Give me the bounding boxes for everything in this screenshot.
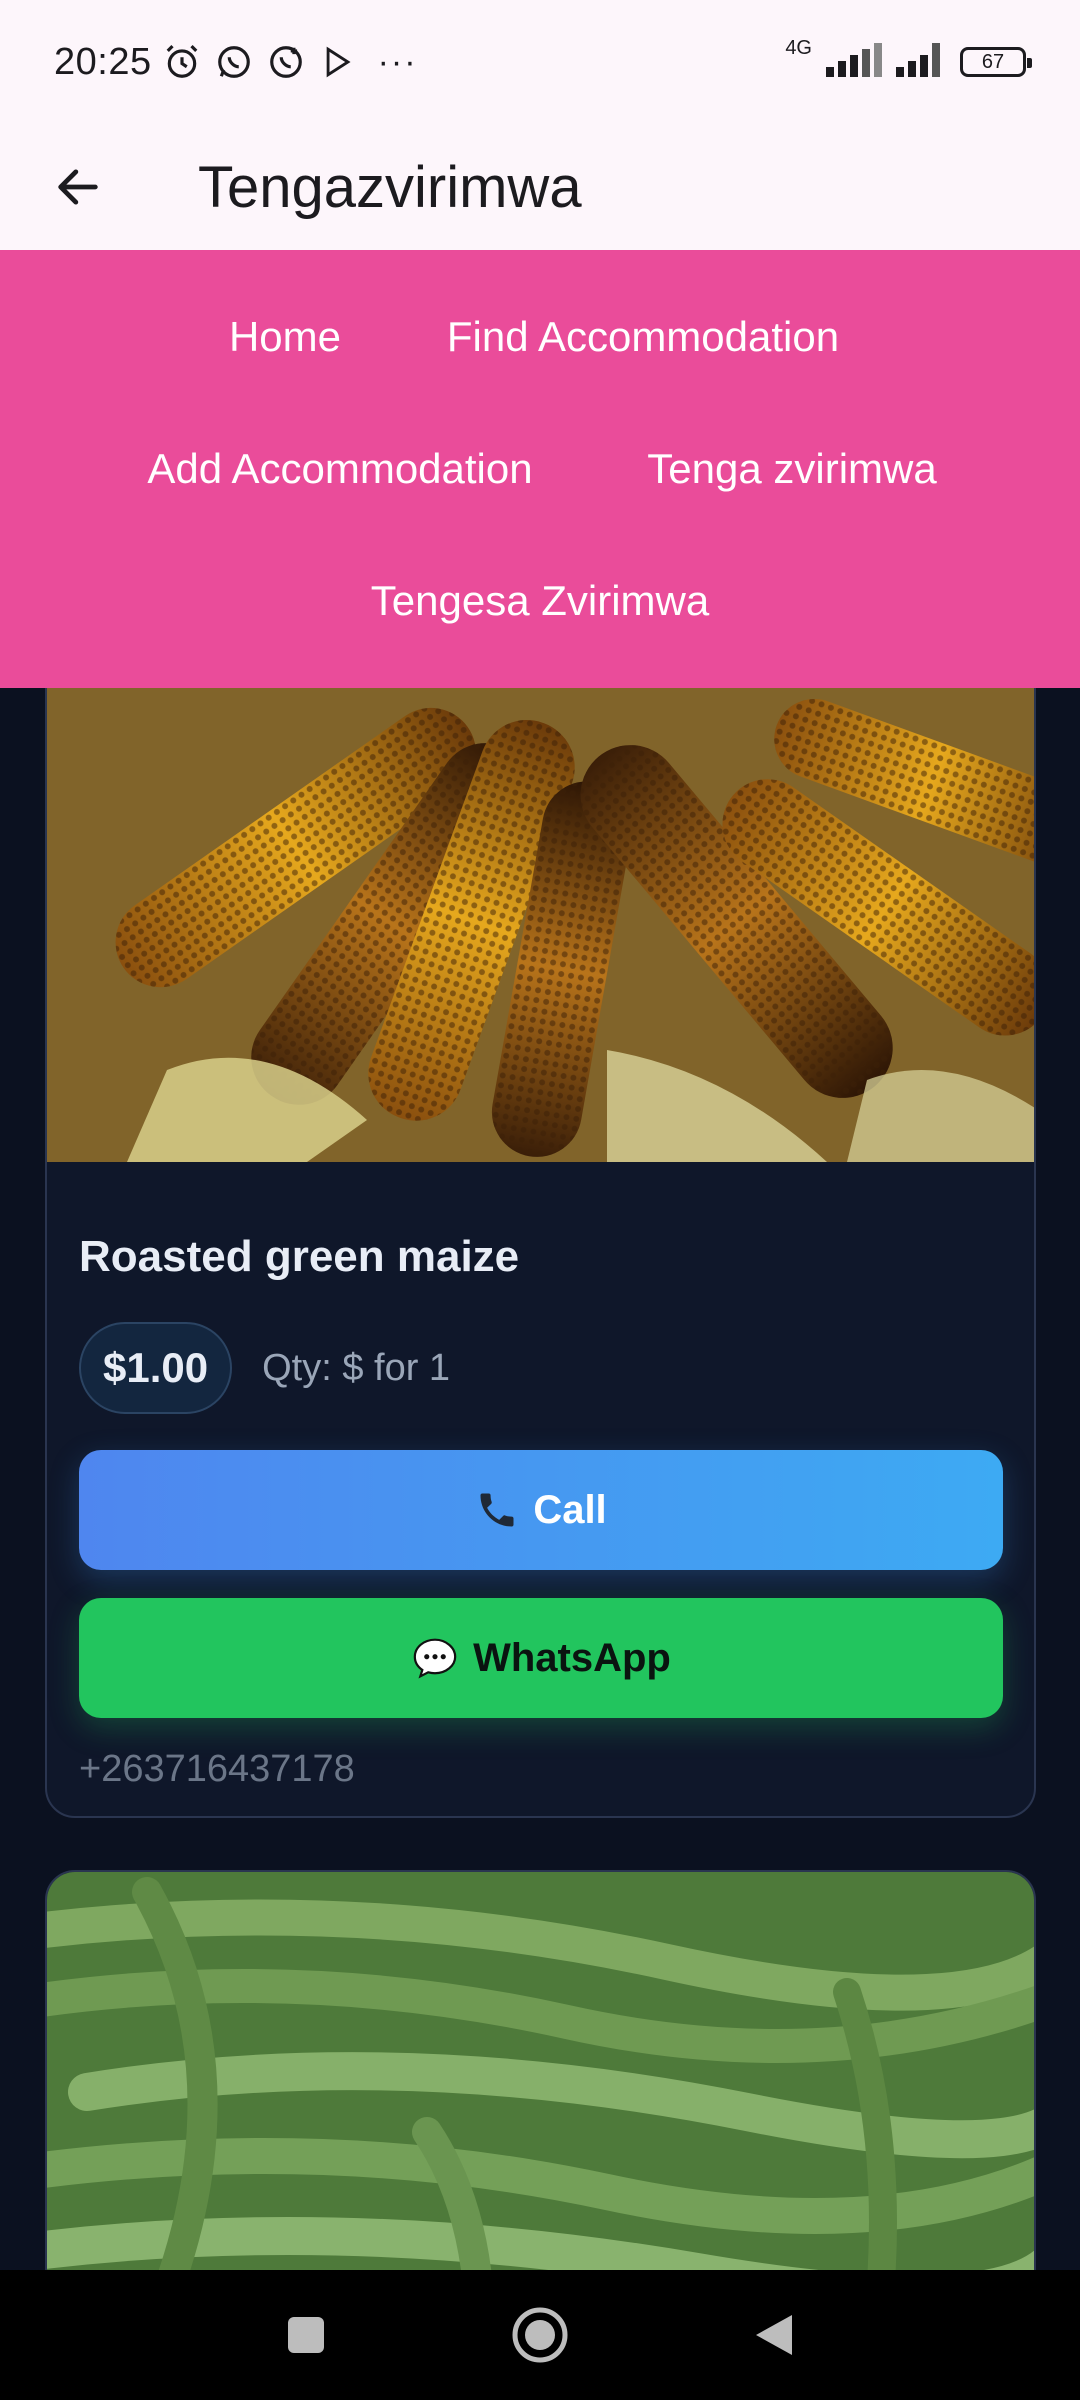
listings-scroll[interactable]: Roasted green maize $1.00 Qty: $ for 1 C… [0,688,1080,2270]
whatsapp-button[interactable]: WhatsApp [79,1598,1003,1718]
phone-icon [475,1488,519,1532]
whatsapp-business-icon [266,42,306,82]
signal-icon-2 [896,42,946,82]
listing-image-maize [47,688,1034,1162]
phone-number: +263716437178 [79,1748,355,1790]
circle-icon [512,2307,568,2363]
battery-icon: 67 [960,47,1032,77]
price-row: $1.00 Qty: $ for 1 [79,1322,450,1414]
nav-item-tenga-zvirimwa[interactable]: Tenga zvirimwa [647,445,936,493]
speech-bubble-icon [411,1636,459,1680]
battery-level: 67 [981,50,1005,73]
listing-card: Roasted green maize $1.00 Qty: $ for 1 C… [45,688,1036,1818]
call-label: Call [533,1487,607,1532]
quantity-label: Qty: $ for 1 [262,1346,451,1389]
more-notifications-icon: ··· [377,42,418,81]
square-icon [288,2317,324,2353]
nav-item-tengesa-zvirimwa[interactable]: Tengesa Zvirimwa [371,577,709,625]
status-time: 20:25 [54,40,152,83]
status-bar: 20:25 ··· 4G 67 [0,0,1080,124]
recents-button[interactable] [274,2303,338,2367]
listing-image-green-beans [47,1872,1034,2270]
whatsapp-label: WhatsApp [473,1635,671,1680]
home-button[interactable] [508,2303,572,2367]
nav-item-home[interactable]: Home [229,313,341,361]
notification-icons [162,42,358,82]
main-nav: Home Find Accommodation Add Accommodatio… [0,250,1080,688]
screen: 20:25 ··· 4G 67 Tengazvirimwa Home Find … [0,0,1080,2400]
network-type-label: 4G [785,36,812,59]
nav-item-add-accommodation[interactable]: Add Accommodation [147,445,532,493]
listing-card [45,1870,1036,2270]
alarm-icon [162,42,202,82]
price-badge: $1.00 [79,1322,233,1414]
page-title: Tengazvirimwa [198,154,582,220]
back-nav-button[interactable] [742,2303,806,2367]
back-button[interactable] [50,159,106,215]
system-status: 4G 67 [785,37,1032,82]
signal-icon [826,42,882,82]
app-bar: Tengazvirimwa [0,124,1080,250]
whatsapp-icon [214,42,254,82]
nav-item-find-accommodation[interactable]: Find Accommodation [447,313,839,361]
listing-title: Roasted green maize [79,1232,520,1281]
call-button[interactable]: Call [79,1450,1003,1570]
triangle-back-icon [756,2315,792,2355]
system-navigation-bar [0,2270,1080,2400]
play-store-icon [318,42,358,82]
arrow-back-icon [58,169,98,205]
